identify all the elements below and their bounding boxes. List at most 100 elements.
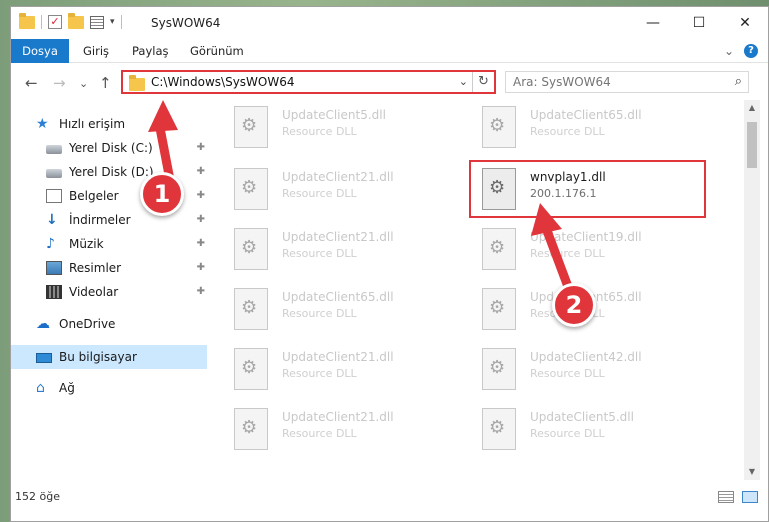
item-count: 152 öğe [15,490,60,503]
sidebar-item-label: Müzik [69,237,104,251]
pin-icon[interactable]: ✚ [197,262,205,273]
back-button[interactable]: ← [25,74,38,92]
file-description: Resource DLL [282,307,357,320]
file-item[interactable]: UpdateClient65.dll Resource DLL [476,100,716,152]
forward-button[interactable]: → [53,74,66,92]
file-item[interactable]: UpdateClient21.dll Resource DLL [228,222,468,274]
pin-icon[interactable]: ✚ [197,166,205,177]
vertical-scrollbar[interactable]: ▲ ▼ [744,100,760,480]
dll-file-icon [234,228,268,270]
file-item[interactable]: UpdateClient5.dll Resource DLL [228,100,468,152]
sidebar-item-videos[interactable]: Videolar ✚ [11,280,207,304]
address-dropdown-icon[interactable]: ⌄ [459,75,468,88]
sidebar-item-onedrive[interactable]: ☁ OneDrive [11,312,207,336]
properties-check-icon[interactable]: ✓ [48,15,62,29]
dll-file-icon [234,106,268,148]
pin-icon[interactable]: ✚ [197,286,205,297]
help-icon[interactable]: ? [744,44,758,58]
star-icon: ★ [36,116,49,132]
file-name: UpdateClient5.dll [530,410,634,424]
pin-icon[interactable]: ✚ [197,190,205,201]
details-view-button[interactable] [718,491,734,503]
file-explorer-window: ✓ ▾ SysWOW64 — ☐ ✕ Dosya Giriş Paylaş Gö… [10,6,769,522]
sidebar-item-label: İndirmeler [69,213,131,227]
file-item[interactable]: UpdateClient21.dll Resource DLL [228,162,468,214]
customize-toolbar-icon[interactable]: ▾ [110,17,115,27]
file-name: UpdateClient21.dll [282,350,394,364]
tab-home[interactable]: Giriş [83,39,109,63]
sidebar-item-local-disk-c[interactable]: Yerel Disk (C:) ✚ [11,136,207,160]
recent-locations-button[interactable]: ⌄ [79,77,88,90]
toolbar-separator [41,15,42,29]
file-name: UpdateClient42.dll [530,350,642,364]
file-item[interactable]: UpdateClient19.dll Resource DLL [476,222,716,274]
status-bar: 152 öğe [11,485,768,509]
file-item[interactable]: UpdateClient21.dll Resource DLL [228,402,468,454]
sidebar-item-label: Belgeler [69,189,119,203]
minimize-button[interactable]: — [630,7,676,39]
this-pc-icon [36,353,52,363]
new-folder-icon[interactable] [68,12,84,29]
search-input[interactable] [506,72,716,92]
file-name: UpdateClient5.dll [282,108,386,122]
large-icons-view-button[interactable] [742,491,758,503]
file-item[interactable]: UpdateClient42.dll Resource DLL [476,342,716,394]
dll-file-icon [482,348,516,390]
pin-icon[interactable]: ✚ [197,214,205,225]
pin-icon[interactable]: ✚ [197,238,205,249]
sidebar-item-label: Yerel Disk (C:) [69,141,153,155]
file-item[interactable]: UpdateClient21.dll Resource DLL [228,342,468,394]
sidebar-item-label: Bu bilgisayar [59,350,137,364]
callout-badge-1: 1 [140,172,184,216]
dll-file-icon [482,228,516,270]
maximize-button[interactable]: ☐ [676,7,722,39]
scroll-up-arrow-icon[interactable]: ▲ [744,100,760,116]
scroll-down-arrow-icon[interactable]: ▼ [744,464,760,480]
sidebar-item-music[interactable]: ♪ Müzik ✚ [11,232,207,256]
file-name: UpdateClient19.dll [530,230,642,244]
address-bar[interactable]: C:\Windows\SysWOW64 ⌄ ↻ [121,70,496,94]
expand-ribbon-icon[interactable]: ⌄ [724,44,734,58]
address-path[interactable]: C:\Windows\SysWOW64 [151,75,295,89]
tab-file[interactable]: Dosya [11,39,69,63]
videos-icon [46,285,62,299]
sidebar-item-quick-access[interactable]: ★ Hızlı erişim [11,112,207,136]
onedrive-icon: ☁ [36,316,50,332]
file-description: Resource DLL [282,427,357,440]
address-toolbar: ← → ⌄ ↑ C:\Windows\SysWOW64 ⌄ ↻ ⌕ [11,64,768,100]
ribbon-tabs: Dosya Giriş Paylaş Görünüm ⌄ ? [11,39,768,63]
file-description: Resource DLL [282,187,357,200]
refresh-button[interactable]: ↻ [472,72,494,92]
up-button[interactable]: ↑ [99,74,112,92]
tab-view[interactable]: Görünüm [190,39,244,63]
documents-icon [46,189,62,203]
file-description: Resource DLL [530,125,605,138]
close-button[interactable]: ✕ [722,7,768,39]
search-icon[interactable]: ⌕ [735,74,742,89]
file-list: UpdateClient5.dll Resource DLL UpdateCli… [208,100,744,480]
file-item[interactable]: UpdateClient65.dll Resource DLL [476,282,716,334]
file-name: UpdateClient21.dll [282,410,394,424]
scrollbar-thumb[interactable] [747,122,757,168]
tab-share[interactable]: Paylaş [132,39,169,63]
search-box[interactable]: ⌕ [505,71,749,93]
file-description: Resource DLL [530,247,605,260]
sidebar-item-downloads[interactable]: ↓ İndirmeler ✚ [11,208,207,232]
sidebar-item-label: Resimler [69,261,122,275]
pin-icon[interactable]: ✚ [197,142,205,153]
sidebar-item-pictures[interactable]: Resimler ✚ [11,256,207,280]
sidebar-item-network[interactable]: ⌂ Ağ [11,376,207,400]
file-item[interactable]: UpdateClient5.dll Resource DLL [476,402,716,454]
dll-file-icon [234,288,268,330]
file-description: Resource DLL [282,125,357,138]
window-controls: — ☐ ✕ [630,7,768,39]
properties-icon[interactable] [90,15,104,29]
file-name: UpdateClient65.dll [282,290,394,304]
file-highlight-box [469,160,706,218]
network-icon: ⌂ [36,380,45,396]
file-item[interactable]: UpdateClient65.dll Resource DLL [228,282,468,334]
dll-file-icon [482,408,516,450]
sidebar-item-this-pc[interactable]: Bu bilgisayar [11,345,207,369]
disk-icon [46,145,62,154]
sidebar-item-label: Hızlı erişim [59,117,126,131]
